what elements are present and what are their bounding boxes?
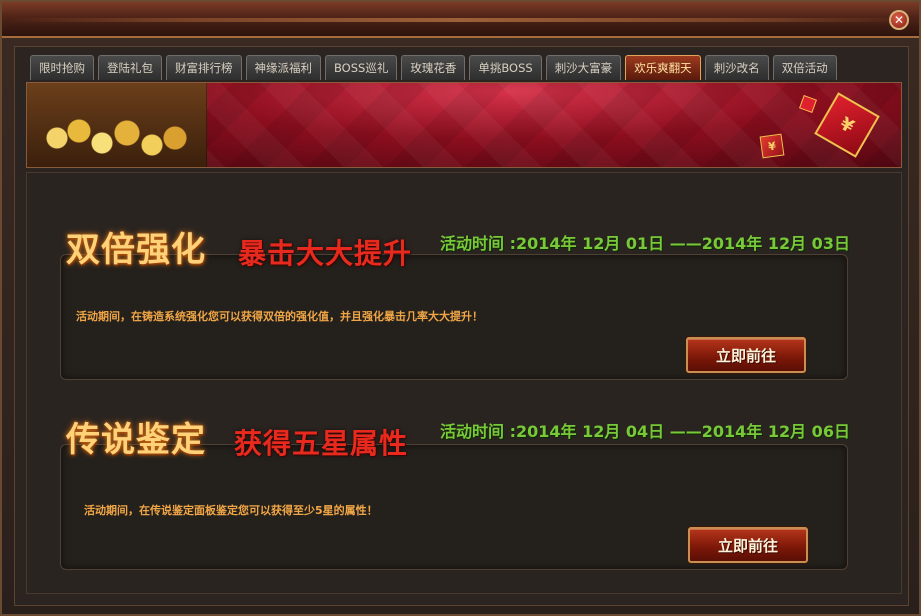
event-subtitle: 获得五星属性 — [234, 427, 409, 460]
tab-rose-fragrance[interactable]: 玫瑰花香 — [401, 55, 466, 80]
tab-solo-boss[interactable]: 单挑BOSS — [469, 55, 542, 80]
treasure-chest-image — [27, 83, 207, 167]
event-title: 双倍强化 — [66, 230, 206, 270]
tab-bar: 限时抢购 登陆礼包 财富排行榜 神缘派福利 BOSS巡礼 玫瑰花香 单挑BOSS… — [30, 55, 837, 81]
event-date: 活动时间 :2014年 12月 04日 ——2014年 12月 06日 — [440, 422, 850, 441]
event-description: 活动期间，在铸造系统强化您可以获得双倍的强化值，并且强化暴击几率大大提升！ — [76, 310, 483, 323]
go-now-button[interactable]: 立即前往 — [688, 527, 808, 563]
tab-cisha-tycoon[interactable]: 刺沙大富豪 — [545, 55, 622, 80]
event-subtitle: 暴击大大提升 — [238, 237, 413, 270]
title-bar: ✕ — [2, 2, 919, 38]
tab-cisha-rename[interactable]: 刺沙改名 — [704, 55, 769, 80]
close-button[interactable]: ✕ — [889, 10, 909, 30]
event-description: 活动期间，在传说鉴定面板鉴定您可以获得至少5星的属性！ — [84, 504, 378, 517]
tab-shenyuan-welfare[interactable]: 神缘派福利 — [245, 55, 321, 80]
red-envelope-icon: ¥ — [814, 92, 880, 158]
go-now-button[interactable]: 立即前往 — [686, 337, 806, 373]
tab-login-gift[interactable]: 登陆礼包 — [98, 55, 162, 80]
event-banner: ¥ ¥ — [26, 82, 902, 168]
tab-wealth-ranking[interactable]: 财富排行榜 — [166, 55, 242, 80]
tab-boss-tour[interactable]: BOSS巡礼 — [325, 55, 398, 80]
red-envelope-tiny-icon — [799, 95, 817, 113]
tab-double-event[interactable]: 双倍活动 — [772, 55, 837, 80]
event-date: 活动时间 :2014年 12月 01日 ——2014年 12月 03日 — [440, 234, 850, 253]
tab-happy-fun[interactable]: 欢乐爽翻天 — [625, 55, 701, 80]
event-title: 传说鉴定 — [66, 420, 206, 460]
tab-limited-sale[interactable]: 限时抢购 — [30, 55, 94, 80]
activity-window: ✕ 限时抢购 登陆礼包 财富排行榜 神缘派福利 BOSS巡礼 玫瑰花香 单挑BO… — [0, 0, 921, 616]
red-envelope-small-icon: ¥ — [759, 133, 785, 159]
